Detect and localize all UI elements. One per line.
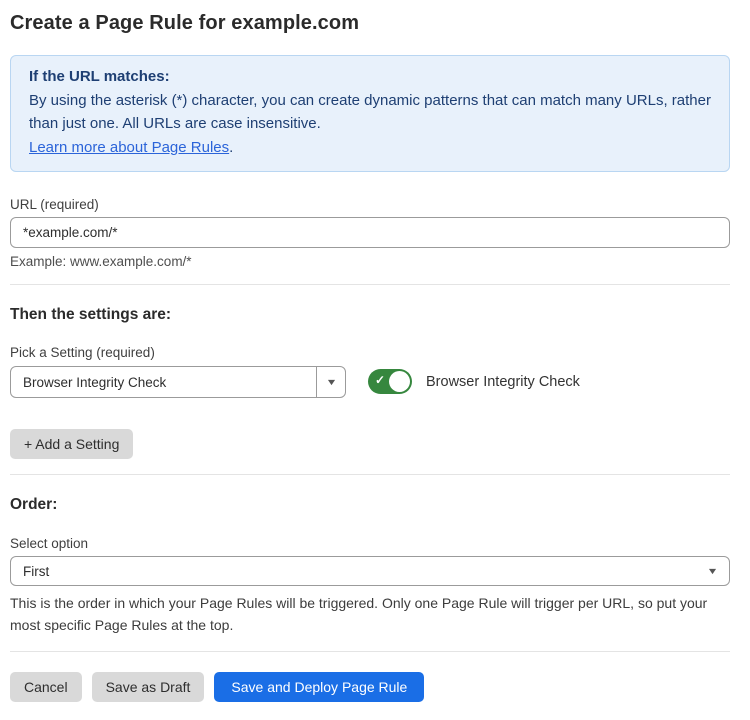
browser-integrity-toggle-group: ✓ Browser Integrity Check — [368, 369, 580, 394]
toggle-knob — [389, 371, 410, 392]
browser-integrity-toggle[interactable]: ✓ — [368, 369, 412, 394]
section-divider — [10, 474, 730, 475]
order-section-heading: Order: — [10, 496, 730, 514]
footer-button-row: Cancel Save as Draft Save and Deploy Pag… — [10, 672, 730, 702]
section-divider — [10, 651, 730, 652]
info-box-body: By using the asterisk (*) character, you… — [29, 89, 711, 136]
url-match-info-box: If the URL matches: By using the asteris… — [10, 55, 730, 172]
learn-more-link[interactable]: Learn more about Page Rules — [29, 139, 229, 156]
info-box-link-line: Learn more about Page Rules. — [29, 136, 711, 160]
setting-picker-dropdown-button[interactable]: ▼ — [316, 367, 345, 397]
order-help-text: This is the order in which your Page Rul… — [10, 592, 730, 636]
save-draft-button[interactable]: Save as Draft — [92, 672, 205, 702]
browser-integrity-toggle-label: Browser Integrity Check — [426, 374, 580, 390]
setting-picker-label: Pick a Setting (required) — [10, 345, 346, 360]
order-select-arrow: ▼ — [695, 557, 729, 585]
save-deploy-button[interactable]: Save and Deploy Page Rule — [214, 672, 424, 702]
setting-picker-row: Pick a Setting (required) Browser Integr… — [10, 345, 730, 398]
info-box-heading: If the URL matches: — [29, 65, 711, 89]
order-select-label: Select option — [10, 536, 730, 551]
setting-picker-select[interactable]: Browser Integrity Check ▼ — [10, 366, 346, 398]
page-rule-form: Create a Page Rule for example.com If th… — [0, 0, 750, 702]
check-icon: ✓ — [375, 373, 385, 387]
setting-picker-column: Pick a Setting (required) Browser Integr… — [10, 345, 346, 398]
settings-section-heading: Then the settings are: — [10, 306, 730, 324]
setting-picker-value: Browser Integrity Check — [11, 375, 316, 390]
add-setting-button[interactable]: + Add a Setting — [10, 429, 133, 459]
order-select[interactable]: First ▼ — [10, 556, 730, 586]
section-divider — [10, 284, 730, 285]
chevron-down-icon: ▼ — [325, 378, 337, 387]
url-example-hint: Example: www.example.com/* — [10, 254, 730, 269]
url-field-label: URL (required) — [10, 197, 730, 212]
url-field-group: URL (required) Example: www.example.com/… — [10, 197, 730, 269]
order-select-group: Select option First ▼ This is the order … — [10, 536, 730, 636]
cancel-button[interactable]: Cancel — [10, 672, 82, 702]
link-period: . — [229, 139, 233, 156]
page-title: Create a Page Rule for example.com — [10, 12, 730, 35]
order-select-value: First — [11, 564, 695, 579]
chevron-down-icon: ▼ — [706, 567, 718, 576]
url-input[interactable] — [10, 217, 730, 248]
